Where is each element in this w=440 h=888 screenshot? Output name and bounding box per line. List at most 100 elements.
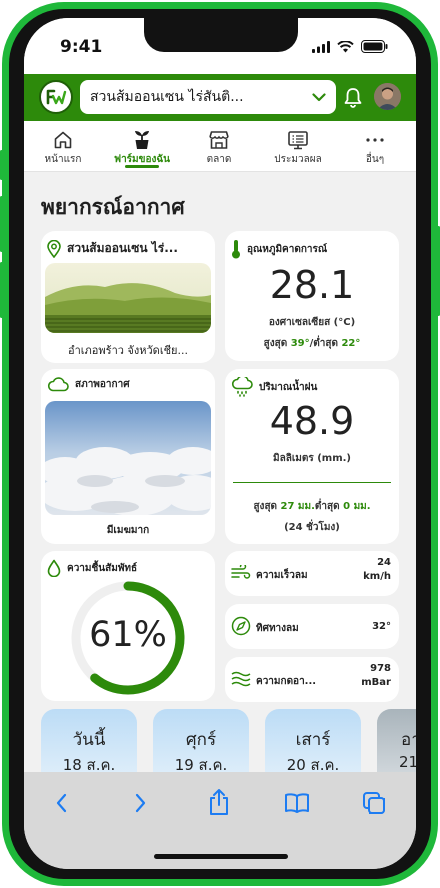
plant-icon <box>135 131 149 149</box>
rainfall-card[interactable]: ปริมาณน้ำฝน 48.9 มิลลิเมตร (mm.) สูงสุด … <box>225 369 399 544</box>
rainfall-min-value: 0 มม. <box>343 501 371 512</box>
tab-my-farm[interactable]: ฟาร์มของฉัน <box>104 121 180 172</box>
pressure-number: 978 <box>370 663 391 674</box>
app-logo[interactable] <box>39 80 73 114</box>
location-name: สวนส้มออนเซน ไร่... <box>67 241 178 255</box>
tab-reports[interactable]: ประมวลผล <box>264 121 332 172</box>
user-photo-icon <box>374 83 401 110</box>
weather-condition-title: สภาพอากาศ <box>75 379 130 390</box>
status-time: 9:41 <box>60 37 103 57</box>
bell-icon[interactable] <box>344 87 362 108</box>
tab-reports-label: ประมวลผล <box>274 154 322 165</box>
pressure-card[interactable]: ความกดอา... 978 mBar <box>225 657 399 702</box>
compass-icon <box>231 616 251 636</box>
weather-condition-header: สภาพอากาศ <box>47 377 130 392</box>
farm-landscape-image <box>45 263 211 333</box>
more-icon <box>366 138 384 142</box>
location-address: อำเภอพร้าว จังหวัดเชีย... <box>68 344 188 357</box>
tab-more-label: อื่นๆ <box>365 154 385 165</box>
wifi-icon <box>337 40 354 52</box>
farm-selector-value: สวนส้มออนเซน ไร่สันติ... <box>90 89 244 105</box>
phone-side-button <box>0 262 3 318</box>
temperature-unit: องศาเซลเซียส (°C) <box>268 317 356 328</box>
app-header: สวนส้มออนเซน ไร่สันติ... <box>24 74 416 121</box>
forward-arrow-icon[interactable] <box>132 791 148 815</box>
back-arrow-icon[interactable] <box>54 791 70 815</box>
pressure-unit: mBar <box>361 677 391 688</box>
phone-side-button <box>0 196 3 252</box>
store-icon <box>209 131 229 149</box>
temperature-min-value: 22° <box>341 338 361 349</box>
active-tab-indicator <box>125 165 159 168</box>
humidity-title: ความชื้นสัมพัทธ์ <box>67 562 138 574</box>
logo-mark-icon <box>42 83 70 111</box>
tab-home-label: หน้าแรก <box>44 154 82 165</box>
forecast-day-name: เสาร์ <box>295 730 331 750</box>
rainfall-unit: มิลลิเมตร (mm.) <box>273 453 351 464</box>
weather-content: พยากรณ์อากาศ สวนส้มออนเซน ไร่... อำเภอพร… <box>24 172 416 799</box>
location-card[interactable]: สวนส้มออนเซน ไร่... อำเภอพร้าว จังหวัดเช… <box>41 231 215 363</box>
tab-more[interactable]: อื่นๆ <box>350 121 400 172</box>
farm-selector-dropdown[interactable]: สวนส้มออนเซน ไร่สันติ... <box>80 80 336 114</box>
wind-direction-value: 32° <box>372 621 391 632</box>
wind-speed-number: 24 <box>377 557 391 568</box>
wind-direction-label: ทิศทางลม <box>256 623 299 634</box>
status-bar: 9:41 <box>24 18 416 74</box>
rainfall-period: (24 ชั่วโมง) <box>284 522 340 533</box>
rainfall-min-label: ต่ำสุด <box>314 501 340 512</box>
pressure-label: ความกดอา... <box>256 676 317 687</box>
home-indicator <box>154 854 288 859</box>
rainfall-max-label: สูงสุด <box>253 501 278 512</box>
bookmarks-icon[interactable] <box>284 792 310 814</box>
location-card-header: สวนส้มออนเซน ไร่... <box>47 239 178 258</box>
battery-icon <box>361 40 388 53</box>
thermometer-icon <box>232 240 240 259</box>
temperature-card[interactable]: อุณหภูมิคาดการณ์ 28.1 องศาเซลเซียส (°C) … <box>225 231 399 361</box>
home-icon <box>54 131 72 149</box>
cloud-sky-image <box>45 401 211 515</box>
temperature-value: 28.1 <box>269 263 355 307</box>
humidity-card[interactable]: ความชื้นสัมพัทธ์ 61% <box>41 551 215 701</box>
share-icon[interactable] <box>207 788 231 816</box>
tab-home[interactable]: หน้าแรก <box>34 121 92 172</box>
temperature-title: อุณหภูมิคาดการณ์ <box>247 243 328 255</box>
temperature-max-value: 39° <box>290 338 310 349</box>
notch <box>144 18 298 52</box>
wind-speed-label: ความเร็วลม <box>256 570 308 581</box>
pressure-waves-icon <box>231 671 251 687</box>
tab-market[interactable]: ตลาด <box>190 121 248 172</box>
rainfall-max-value: 27 มม. <box>280 501 315 512</box>
rain-cloud-icon <box>231 377 253 397</box>
rainfall-divider <box>233 482 391 483</box>
forecast-day-name: วันนี้ <box>72 730 106 750</box>
signal-icon <box>312 40 330 53</box>
screen: 9:41 สวนส้มออนเซน ไร่สันติ... หน้าแรก ฟา… <box>24 18 416 869</box>
humidity-header: ความชื้นสัมพัทธ์ <box>47 559 137 577</box>
rainfall-value: 48.9 <box>269 399 355 443</box>
pressure-value: 978 mBar <box>361 663 391 688</box>
browser-toolbar <box>24 772 416 869</box>
location-pin-icon <box>47 239 61 258</box>
cloud-icon <box>47 377 69 392</box>
temperature-range: สูงสุด 39°/ต่ำสุด 22° <box>225 336 399 351</box>
page-title: พยากรณ์อากาศ <box>41 195 185 219</box>
tabs-icon[interactable] <box>362 791 386 815</box>
temperature-min-label: /ต่ำสุด <box>309 338 338 349</box>
wind-speed-unit: km/h <box>363 571 391 582</box>
wind-direction-card[interactable]: ทิศทางลม 32° <box>225 604 399 649</box>
water-drop-icon <box>47 559 61 577</box>
forecast-day-name: อา <box>401 730 416 750</box>
wind-speed-card[interactable]: ความเร็วลม 24 km/h <box>225 551 399 596</box>
forecast-day-date: 21 <box>399 753 416 771</box>
report-icon <box>288 131 308 150</box>
temperature-card-header: อุณหภูมิคาดการณ์ <box>231 239 327 259</box>
rainfall-range: สูงสุด 27 มม.ต่ำสุด 0 มม. <box>225 499 399 514</box>
weather-condition-card[interactable]: สภาพอากาศ มีเมฆมาก <box>41 369 215 544</box>
tab-market-label: ตลาด <box>206 154 232 165</box>
rainfall-title: ปริมาณน้ำฝน <box>259 381 318 393</box>
chevron-down-icon <box>312 92 326 101</box>
forecast-day-name: ศุกร์ <box>185 730 217 750</box>
avatar[interactable] <box>374 83 401 110</box>
humidity-value: 61% <box>89 615 167 655</box>
weather-condition-caption: มีเมฆมาก <box>106 525 150 536</box>
